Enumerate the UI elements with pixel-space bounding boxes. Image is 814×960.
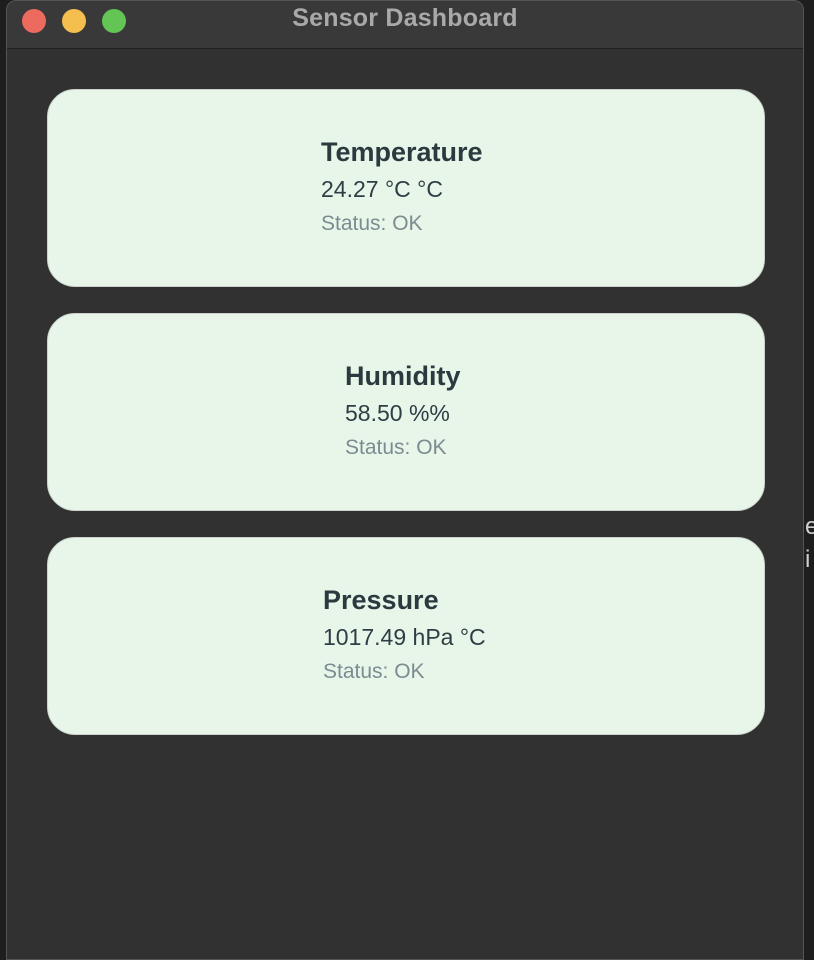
sensor-name: Humidity bbox=[345, 361, 461, 391]
sensor-card-temperature: Temperature 24.27 °C °C Status: OK bbox=[47, 89, 765, 287]
sensor-status: Status: OK bbox=[321, 212, 423, 235]
background-window-text: e bbox=[805, 513, 814, 540]
app-window: Sensor Dashboard Temperature 24.27 °C °C… bbox=[6, 0, 804, 960]
dashboard-content: Temperature 24.27 °C °C Status: OK Humid… bbox=[7, 49, 803, 959]
window-title: Sensor Dashboard bbox=[292, 4, 518, 32]
sensor-value: 24.27 °C °C bbox=[321, 176, 443, 202]
sensor-value: 1017.49 hPa °C bbox=[323, 624, 486, 650]
sensor-card-body: Temperature 24.27 °C °C Status: OK bbox=[321, 135, 483, 239]
sensor-card-body: Pressure 1017.49 hPa °C Status: OK bbox=[323, 583, 486, 687]
sensor-value: 58.50 %% bbox=[345, 400, 450, 426]
sensor-card-humidity: Humidity 58.50 %% Status: OK bbox=[47, 313, 765, 511]
sensor-card-body: Humidity 58.50 %% Status: OK bbox=[345, 359, 461, 463]
sensor-name: Pressure bbox=[323, 585, 439, 615]
title-bar[interactable]: Sensor Dashboard bbox=[7, 1, 803, 49]
sensor-name: Temperature bbox=[321, 137, 483, 167]
sensor-status: Status: OK bbox=[345, 436, 447, 459]
background-window-text: i bbox=[805, 546, 811, 573]
sensor-status: Status: OK bbox=[323, 660, 425, 683]
sensor-card-pressure: Pressure 1017.49 hPa °C Status: OK bbox=[47, 537, 765, 735]
